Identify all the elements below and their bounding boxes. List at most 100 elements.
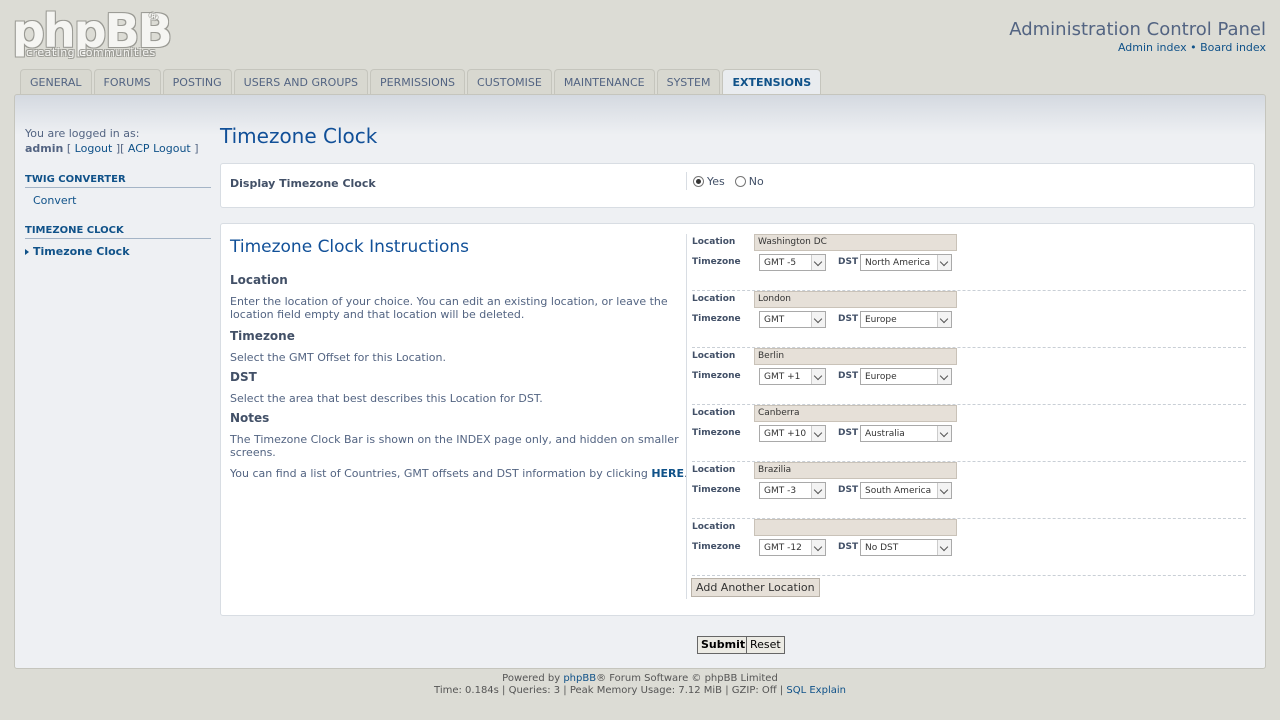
chevron-down-icon: [937, 312, 951, 327]
timezone-select[interactable]: GMT -3: [759, 482, 826, 499]
timezone-label: Timezone: [692, 428, 741, 438]
timezone-select[interactable]: GMT +10: [759, 425, 826, 442]
radio-yes-label: Yes: [707, 174, 725, 188]
chevron-down-icon: [811, 255, 825, 270]
dst-value: Europe: [865, 315, 897, 325]
radio-no[interactable]: [734, 175, 746, 187]
dst-select[interactable]: South America: [860, 482, 952, 499]
tab-users-and-groups[interactable]: Users and Groups: [233, 69, 368, 94]
admin-index-link[interactable]: Admin index: [1118, 41, 1187, 54]
timezone-select[interactable]: GMT: [759, 311, 826, 328]
tab-customise[interactable]: Customise: [467, 69, 552, 94]
instructions-dst-text: Select the area that best describes this…: [230, 392, 543, 405]
dst-label: DST: [838, 257, 859, 267]
timezone-select[interactable]: GMT -5: [759, 254, 826, 271]
instructions-timezone-text: Select the GMT Offset for this Location.: [230, 351, 446, 364]
dst-value: No DST: [865, 543, 899, 553]
location-label: Location: [692, 294, 736, 304]
radio-yes-option[interactable]: Yes: [693, 175, 725, 188]
instructions-notes: Notes The Timezone Clock Bar is shown on…: [230, 412, 688, 481]
tab-system[interactable]: System: [656, 69, 721, 94]
here-link[interactable]: HERE: [651, 467, 684, 480]
sql-explain-link[interactable]: SQL Explain: [786, 685, 846, 696]
logo-registered-mark: ®: [148, 10, 159, 23]
dst-value: Australia: [865, 429, 905, 439]
timezone-value: GMT -12: [764, 543, 802, 553]
logout-link[interactable]: Logout: [75, 142, 113, 155]
timezone-label: Timezone: [692, 257, 741, 267]
timezone-select[interactable]: GMT +1: [759, 368, 826, 385]
timezone-value: GMT -5: [764, 258, 797, 268]
location-list: Location Washington DC Timezone GMT -5 D…: [686, 234, 1246, 599]
powered-prefix: Powered by: [502, 673, 564, 684]
location-input[interactable]: Washington DC: [754, 234, 957, 251]
sidebar-item-timezone-clock[interactable]: Timezone Clock: [25, 239, 211, 258]
dst-select[interactable]: No DST: [860, 539, 952, 556]
submit-button[interactable]: Submit: [697, 636, 750, 654]
tab-general[interactable]: General: [20, 69, 92, 94]
location-label: Location: [692, 465, 736, 475]
bracket-close: ]: [190, 142, 199, 155]
page-title: Timezone Clock: [220, 124, 378, 148]
instructions-timezone-heading: Timezone: [230, 329, 295, 343]
sidebar-header-timezone-clock: Timezone Clock: [25, 225, 211, 239]
display-timezone-clock-label: Display Timezone Clock: [230, 177, 376, 190]
location-entry: Location Berlin Timezone GMT +1 DST Euro…: [692, 348, 1246, 405]
sidebar-header-twig-converter: Twig Converter: [25, 174, 211, 188]
phpbb-link[interactable]: phpBB: [563, 673, 596, 684]
acp-logout-link[interactable]: ACP Logout: [128, 142, 191, 155]
location-input[interactable]: Berlin: [754, 348, 957, 365]
debug-stats: Time: 0.184s | Queries: 3 | Peak Memory …: [0, 685, 1280, 697]
chevron-down-icon: [937, 540, 951, 555]
board-index-link[interactable]: Board index: [1200, 41, 1266, 54]
chevron-down-icon: [811, 312, 825, 327]
logged-in-label: You are logged in as:: [25, 127, 140, 140]
chevron-down-icon: [811, 426, 825, 441]
sidebar-item-convert[interactable]: Convert: [25, 188, 211, 207]
instructions-location-text: Enter the location of your choice. You c…: [230, 295, 668, 321]
location-input[interactable]: Brazilia: [754, 462, 957, 479]
instructions-dst-heading: DST: [230, 370, 257, 384]
display-radio-group: Yes No: [686, 172, 770, 190]
instructions-timezone: Timezone Select the GMT Offset for this …: [230, 329, 688, 365]
radio-yes[interactable]: [693, 175, 704, 187]
location-entry: Location London Timezone GMT DST Europe: [692, 291, 1246, 348]
location-label: Location: [692, 522, 736, 532]
dst-select[interactable]: Australia: [860, 425, 952, 442]
timezone-label: Timezone: [692, 371, 741, 381]
dst-value: Europe: [865, 372, 897, 382]
username: admin: [25, 142, 64, 155]
powered-by: Powered by phpBB® Forum Software © phpBB…: [0, 673, 1280, 685]
powered-suffix: ® Forum Software © phpBB Limited: [596, 673, 778, 684]
dst-select[interactable]: Europe: [860, 368, 952, 385]
add-another-location-button[interactable]: Add Another Location: [691, 578, 820, 597]
bracket-mid: ][: [112, 142, 128, 155]
tab-posting[interactable]: Posting: [162, 69, 232, 94]
dst-value: North America: [865, 258, 931, 268]
chevron-down-icon: [937, 369, 951, 384]
reset-button[interactable]: Reset: [746, 636, 785, 654]
dst-select[interactable]: North America: [860, 254, 952, 271]
tab-maintenance[interactable]: Maintenance: [553, 69, 655, 94]
location-input[interactable]: [754, 519, 957, 536]
tab-permissions[interactable]: Permissions: [370, 69, 466, 94]
chevron-down-icon: [937, 255, 951, 270]
location-input[interactable]: London: [754, 291, 957, 308]
acp-title: Administration Control Panel: [1009, 19, 1266, 40]
radio-no-option[interactable]: No: [734, 174, 764, 188]
tab-forums[interactable]: Forums: [93, 69, 161, 94]
dst-label: DST: [838, 485, 859, 495]
radio-no-label: No: [748, 174, 764, 188]
phpbb-logo[interactable]: phpBB ® creating communities: [12, 8, 173, 59]
timezone-value: GMT +1: [764, 372, 801, 382]
tab-extensions[interactable]: Extensions: [722, 69, 822, 95]
timezone-value: GMT +10: [764, 429, 807, 439]
timezone-select[interactable]: GMT -12: [759, 539, 826, 556]
timezone-value: GMT -3: [764, 486, 797, 496]
dst-select[interactable]: Europe: [860, 311, 952, 328]
timezone-value: GMT: [764, 315, 785, 325]
location-entry: Location Brazilia Timezone GMT -3 DST So…: [692, 462, 1246, 519]
location-input[interactable]: Canberra: [754, 405, 957, 422]
timezone-label: Timezone: [692, 485, 741, 495]
instructions-location: Location Enter the location of your choi…: [230, 274, 688, 322]
